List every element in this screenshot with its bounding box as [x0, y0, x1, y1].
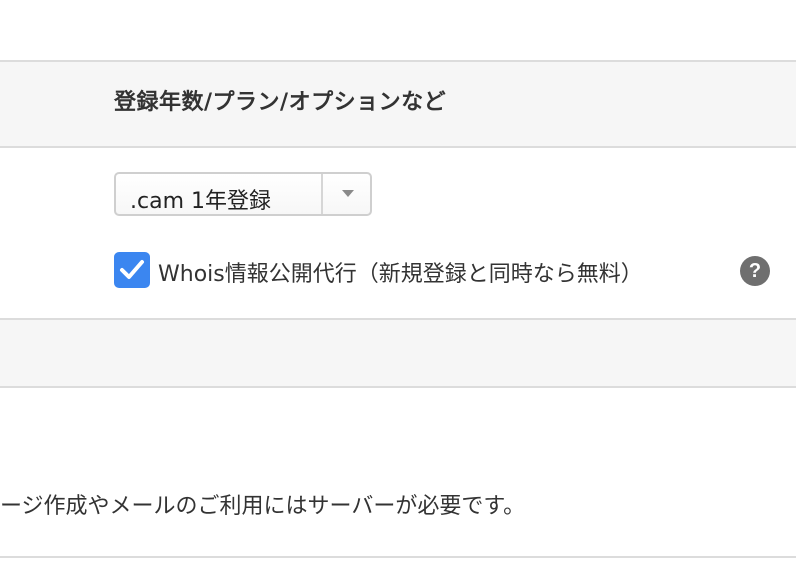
checkmark-icon: [120, 260, 144, 279]
whois-privacy-checkbox[interactable]: [114, 252, 150, 288]
band-bottom-divider: [0, 386, 796, 388]
options-section-title: 登録年数/プラン/オプションなど: [114, 90, 447, 115]
registration-period-selected-value: .cam 1年登録: [130, 189, 271, 214]
bottom-divider: [0, 556, 796, 558]
select-divider: [321, 174, 323, 214]
registration-period-select[interactable]: .cam 1年登録: [114, 172, 372, 216]
empty-band: [0, 320, 796, 386]
header-bottom-divider: [0, 146, 796, 148]
page: 登録年数/プラン/オプションなど .cam 1年登録 Whois情報公開代行（新…: [0, 0, 796, 564]
caret-down-icon: [342, 190, 354, 197]
server-notice-text: ージ作成やメールのご利用にはサーバーが必要です。: [0, 494, 526, 519]
question-circle-icon[interactable]: ?: [740, 256, 770, 286]
whois-privacy-label[interactable]: Whois情報公開代行（新規登録と同時なら無料）: [158, 256, 643, 288]
